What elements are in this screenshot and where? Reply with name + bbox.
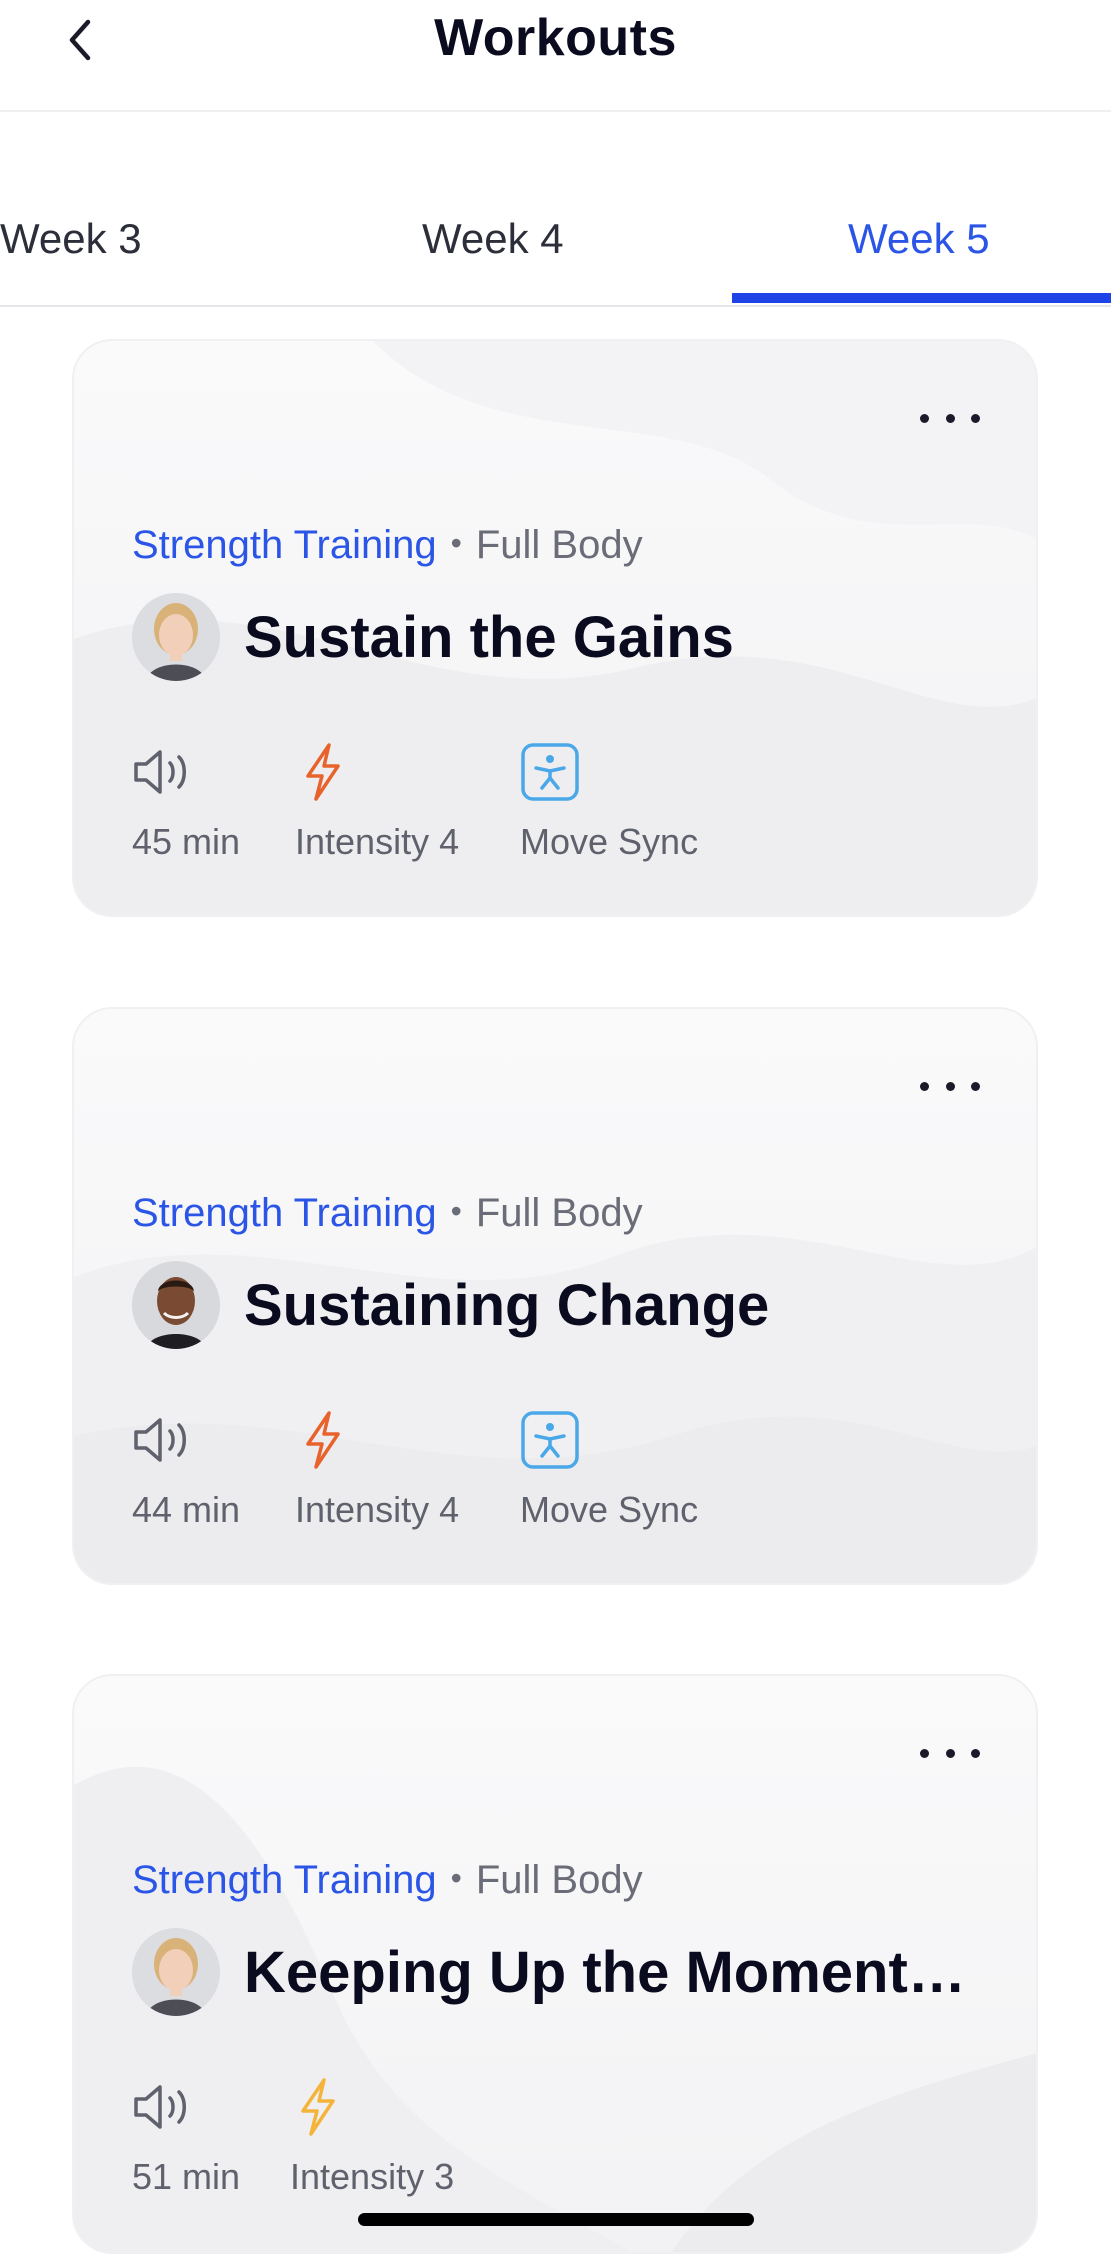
active-tab-indicator — [732, 293, 1111, 303]
more-dot-icon — [945, 1081, 955, 1091]
workout-meta: Strength Training • Full Body — [132, 1858, 643, 1903]
lightning-bolt-icon — [306, 1411, 340, 1469]
meta-separator: • — [450, 525, 462, 561]
intensity-stat: Intensity 4 — [295, 1407, 459, 1530]
meta-separator: • — [450, 1860, 462, 1896]
workout-title-row: Keeping Up the Moment… — [132, 1926, 964, 2018]
move-sync-stat: Move Sync — [520, 1407, 698, 1530]
workout-title: Sustaining Change — [244, 1272, 770, 1338]
duration-stat: 44 min — [132, 1407, 240, 1530]
workout-card[interactable]: Strength Training • Full Body Sustaining C… — [72, 1007, 1038, 1585]
page-title: Workouts — [434, 9, 677, 67]
duration-label: 44 min — [132, 1489, 241, 1530]
more-dot-icon — [945, 413, 955, 423]
more-dot-icon — [920, 413, 929, 423]
instructor-avatar — [132, 1261, 220, 1349]
more-options-button[interactable] — [920, 403, 980, 433]
workout-body-part: Full Body — [475, 523, 643, 567]
instructor-avatar — [132, 593, 220, 681]
workout-category: Strength Training — [132, 1191, 437, 1235]
audio-speaker-icon — [134, 2085, 186, 2129]
home-indicator[interactable] — [358, 2213, 754, 2226]
workout-title: Sustain the Gains — [244, 604, 734, 670]
more-dot-icon — [971, 1081, 980, 1091]
intensity-label: Intensity 4 — [295, 821, 460, 862]
intensity-stat: Intensity 3 — [290, 2074, 454, 2197]
workout-body-part: Full Body — [475, 1858, 643, 1902]
duration-label: 45 min — [132, 821, 241, 862]
workout-category: Strength Training — [132, 523, 437, 567]
tab-week-4[interactable]: Week 4 — [422, 215, 564, 263]
workout-title-row: Sustain the Gains — [132, 591, 734, 683]
more-options-button[interactable] — [920, 1071, 980, 1101]
intensity-label: Intensity 4 — [295, 1489, 460, 1530]
more-dot-icon — [945, 1748, 955, 1758]
lightning-bolt-icon — [301, 2078, 335, 2136]
more-dot-icon — [920, 1081, 929, 1091]
tab-week-3[interactable]: Week 3 — [0, 215, 142, 263]
more-options-button[interactable] — [920, 1738, 980, 1768]
workout-card[interactable]: Strength Training • Full Body Keeping Up t… — [72, 1674, 1038, 2254]
move-sync-icon — [521, 743, 579, 801]
workout-title-row: Sustaining Change — [132, 1259, 769, 1351]
meta-separator: • — [450, 1193, 462, 1229]
duration-stat: 51 min — [132, 2074, 240, 2197]
week-tabs: Week 3 Week 4 Week 5 — [0, 190, 1111, 307]
move-sync-icon — [521, 1411, 579, 1469]
move-sync-stat: Move Sync — [520, 739, 698, 862]
duration-label: 51 min — [132, 2156, 241, 2197]
move-sync-label: Move Sync — [520, 821, 699, 862]
tab-week-5[interactable]: Week 5 — [848, 215, 990, 263]
workout-category: Strength Training — [132, 1858, 437, 1902]
workout-body-part: Full Body — [475, 1191, 643, 1235]
header: Workouts — [0, 0, 1111, 112]
workout-meta: Strength Training • Full Body — [132, 1191, 643, 1236]
more-dot-icon — [920, 1748, 929, 1758]
lightning-bolt-icon — [306, 743, 340, 801]
intensity-stat: Intensity 4 — [295, 739, 459, 862]
workout-card[interactable]: Strength Training • Full Body Sustain the … — [72, 339, 1038, 917]
workout-meta: Strength Training • Full Body — [132, 523, 643, 568]
duration-stat: 45 min — [132, 739, 240, 862]
more-dot-icon — [971, 413, 980, 423]
audio-speaker-icon — [134, 750, 186, 794]
intensity-label: Intensity 3 — [290, 2156, 455, 2197]
instructor-avatar — [132, 1928, 220, 2016]
workout-title: Keeping Up the Moment… — [244, 1939, 964, 2005]
audio-speaker-icon — [134, 1418, 186, 1462]
more-dot-icon — [971, 1748, 980, 1758]
move-sync-label: Move Sync — [520, 1489, 699, 1530]
